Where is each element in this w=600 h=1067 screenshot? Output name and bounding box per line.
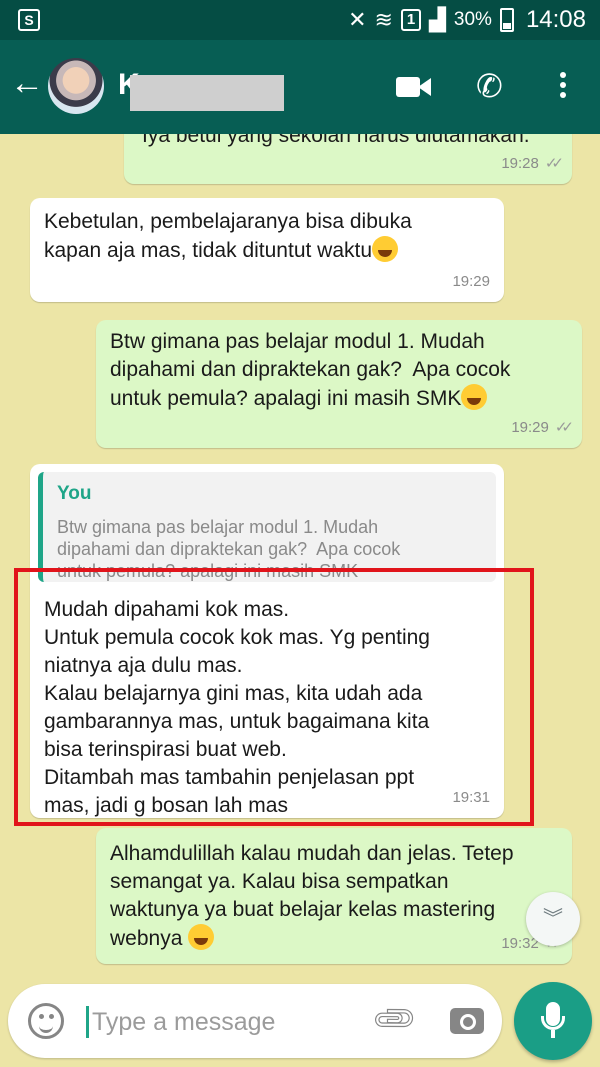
quote-author: You xyxy=(57,483,92,504)
status-bar: S ✕ ≋ 1 ▟ 30% 14:08 xyxy=(0,0,600,40)
arrow-left-icon[interactable]: ← xyxy=(10,66,46,102)
quoted-message[interactable]: You Btw gimana pas belajar modul 1. Muda… xyxy=(38,472,496,582)
mute-icon: ✕ xyxy=(348,7,367,32)
battery-percent: 30% xyxy=(453,9,492,30)
sim-icon: 1 xyxy=(400,9,421,31)
message-outgoing[interactable]: Iya betul yang sekolah harus diutamakan.… xyxy=(124,134,572,184)
emoji-icon xyxy=(372,236,399,262)
message-time: 19:28 xyxy=(501,155,539,172)
chevron-double-down-icon[interactable]: ︾ xyxy=(526,892,580,946)
notification-s-icon: S xyxy=(18,9,40,31)
message-composer: 📎︎ xyxy=(8,984,502,1058)
message-meta: 19:29 xyxy=(452,268,490,296)
message-input[interactable] xyxy=(92,1002,362,1042)
clock: 14:08 xyxy=(525,6,586,33)
video-call-icon[interactable] xyxy=(396,68,432,104)
signal-icon: ▟ xyxy=(428,7,446,32)
text-cursor xyxy=(86,1006,89,1038)
camera-icon[interactable] xyxy=(450,1008,484,1034)
redacted-name-block xyxy=(130,75,284,111)
message-outgoing[interactable]: Btw gimana pas belajar modul 1. Mudah di… xyxy=(96,320,582,448)
message-text: Kebetulan, pembelajaranya bisa dibuka ka… xyxy=(44,208,490,265)
emoji-icon[interactable] xyxy=(28,1003,64,1039)
avatar[interactable] xyxy=(48,58,104,114)
grin-emoji-icon xyxy=(461,384,488,410)
message-text: Alhamdulillah kalau mudah dan jelas. Tet… xyxy=(110,840,558,953)
message-incoming[interactable]: Kebetulan, pembelajaranya bisa dibuka ka… xyxy=(30,198,504,302)
phone-icon[interactable]: ✆ xyxy=(476,68,512,104)
highlight-box xyxy=(14,568,534,826)
message-outgoing[interactable]: Alhamdulillah kalau mudah dan jelas. Tet… xyxy=(96,828,572,964)
read-ticks-icon: ✓✓ xyxy=(544,155,564,172)
grin-emoji-icon xyxy=(188,924,215,950)
message-time: 19:29 xyxy=(511,419,549,436)
message-text-content: Kebetulan, pembelajaranya bisa dibuka ka… xyxy=(44,210,412,262)
read-ticks-icon: ✓✓ xyxy=(554,419,574,436)
battery-icon xyxy=(499,8,514,32)
paperclip-icon[interactable]: 📎︎ xyxy=(369,994,421,1046)
message-text: Iya betul yang sekolah harus diutamakan. xyxy=(142,134,530,147)
status-icons: ✕ ≋ 1 ▟ 30% 14:08 xyxy=(348,0,586,40)
message-text-content: Btw gimana pas belajar modul 1. Mudah di… xyxy=(110,330,511,410)
message-meta: 19:28 ✓✓ xyxy=(501,150,564,178)
mic-icon[interactable] xyxy=(514,982,592,1060)
message-list[interactable]: Iya betul yang sekolah harus diutamakan.… xyxy=(0,134,600,980)
message-meta: 19:29 ✓✓ xyxy=(511,414,574,442)
message-text: Btw gimana pas belajar modul 1. Mudah di… xyxy=(110,328,568,413)
message-time: 19:29 xyxy=(452,273,490,290)
message-text-content: Alhamdulillah kalau mudah dan jelas. Tet… xyxy=(110,842,514,950)
more-vert-icon[interactable] xyxy=(556,68,570,104)
chat-header: ← K ✆ xyxy=(0,40,600,134)
wifi-icon: ≋ xyxy=(374,7,393,32)
